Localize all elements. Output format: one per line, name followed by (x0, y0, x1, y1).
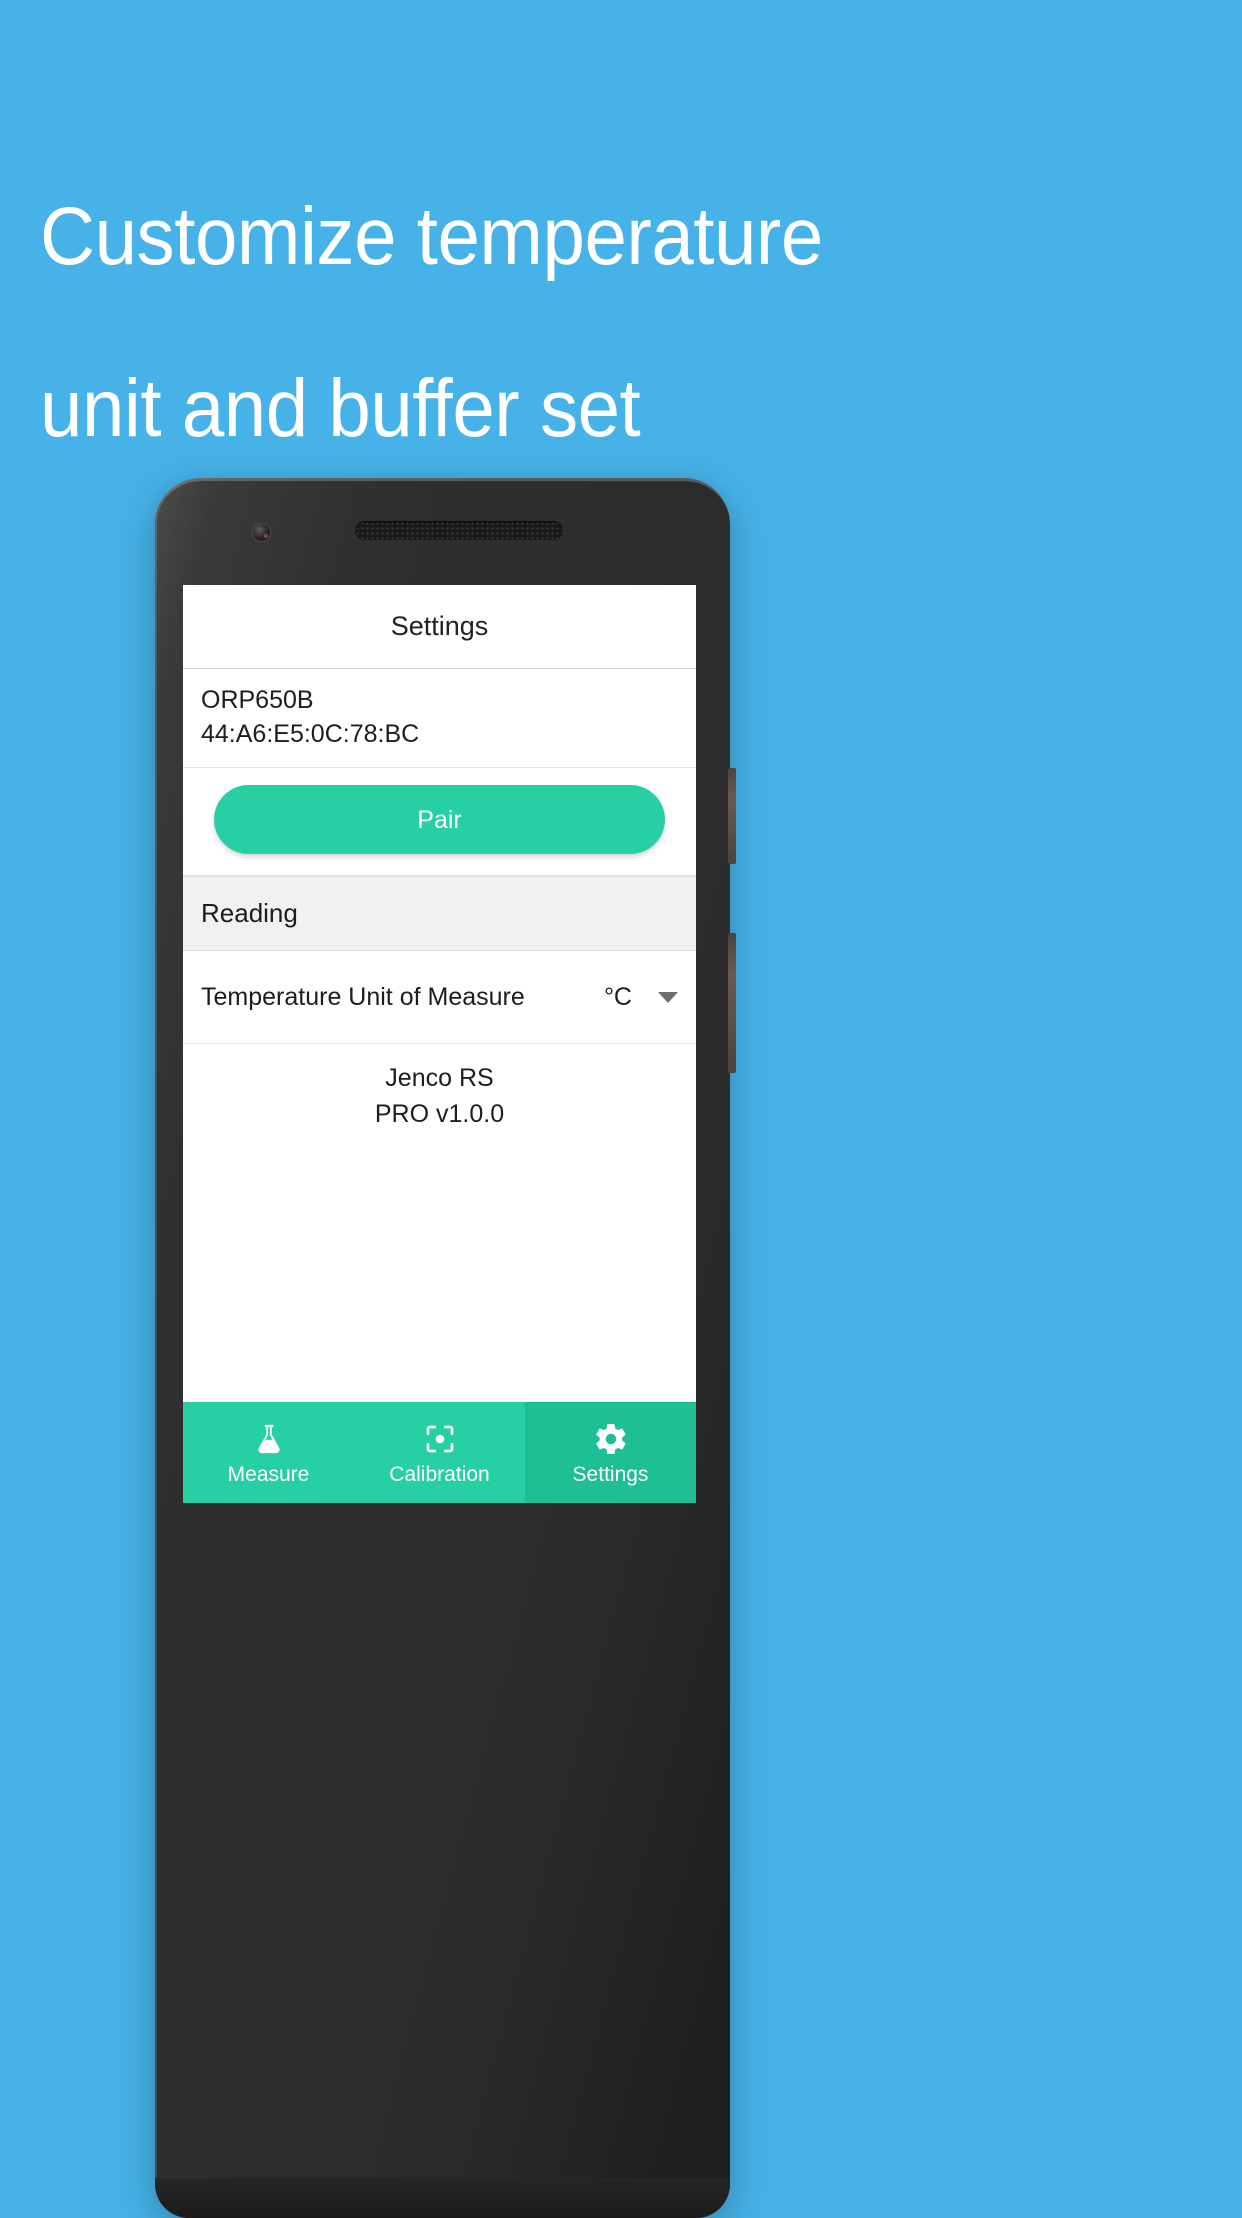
app-titlebar: Settings (183, 585, 696, 669)
tab-settings-label: Settings (572, 1462, 649, 1486)
app-name-label: Jenco RS (385, 1064, 494, 1092)
temperature-unit-row[interactable]: Temperature Unit of Measure °C (183, 951, 696, 1044)
front-camera-icon (253, 524, 270, 541)
tab-calibration-label: Calibration (389, 1462, 490, 1486)
tab-calibration[interactable]: Calibration (354, 1402, 525, 1503)
pair-button-container: Pair (183, 768, 696, 876)
flask-icon (249, 1419, 289, 1459)
phone-bottom-chin (155, 2178, 730, 2218)
phone-mockup: Settings ORP650B 44:A6:E5:0C:78:BC Pair … (155, 478, 736, 2218)
chevron-down-icon[interactable] (658, 991, 678, 1003)
volume-button[interactable] (728, 933, 736, 1073)
device-mac-address: 44:A6:E5:0C:78:BC (201, 720, 420, 748)
bottom-tab-bar: Measure Calibration Settings (183, 1402, 696, 1503)
app-content-area: Jenco RS PRO v1.0.0 (183, 1044, 696, 1402)
power-button[interactable] (728, 768, 736, 864)
promo-headline-line-2: unit and buffer set (40, 363, 641, 454)
page-title: Settings (390, 611, 489, 641)
device-name: ORP650B (201, 686, 314, 714)
app-version-label: PRO v1.0.0 (374, 1100, 505, 1128)
app-screen: Settings ORP650B 44:A6:E5:0C:78:BC Pair … (183, 585, 696, 1503)
tab-settings[interactable]: Settings (525, 1402, 696, 1503)
promo-headline: Customize temperature unit and buffer se… (40, 108, 1082, 538)
paired-device-row[interactable]: ORP650B 44:A6:E5:0C:78:BC (183, 669, 696, 768)
pair-button[interactable]: Pair (214, 785, 665, 854)
focus-target-icon (420, 1419, 460, 1459)
earpiece-speaker-icon (355, 521, 563, 540)
temperature-unit-label: Temperature Unit of Measure (201, 982, 525, 1011)
section-header-reading: Reading (183, 876, 696, 951)
tab-measure-label: Measure (227, 1462, 310, 1486)
tab-measure[interactable]: Measure (183, 1402, 354, 1503)
temperature-unit-value: °C (603, 982, 632, 1011)
gear-icon (591, 1419, 631, 1459)
promo-headline-line-1: Customize temperature (40, 191, 823, 282)
